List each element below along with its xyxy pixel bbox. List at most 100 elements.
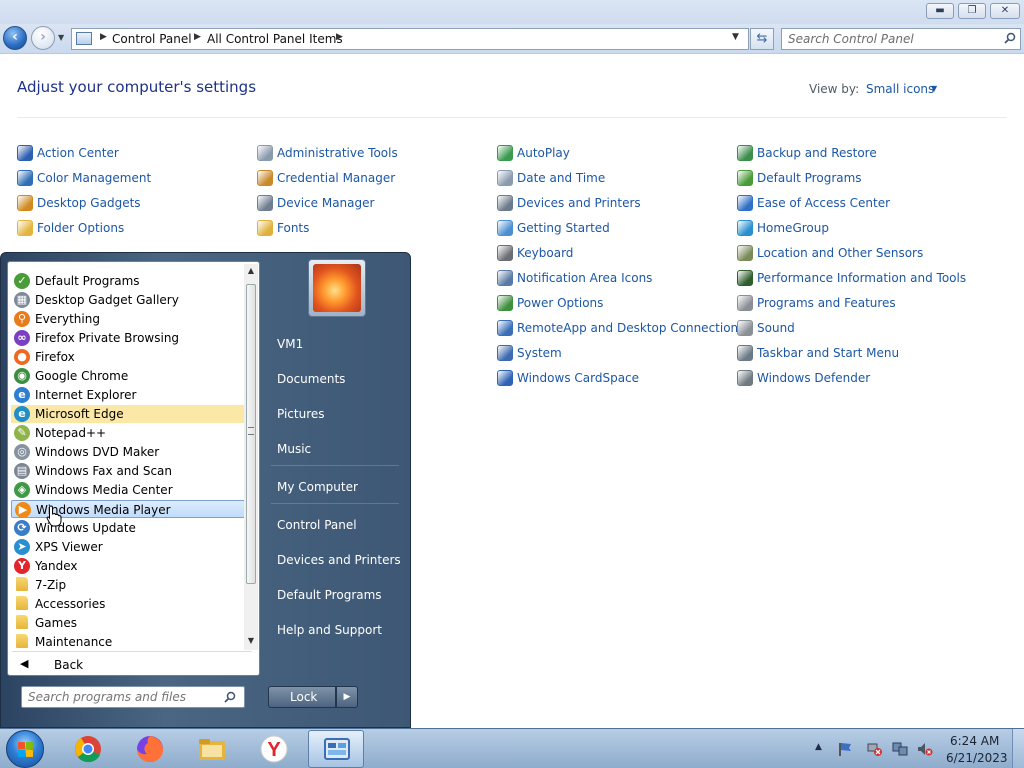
programs-features-icon bbox=[737, 295, 753, 311]
taskbar-button[interactable] bbox=[184, 730, 240, 768]
title-bar[interactable]: ▬ ❐ ✕ bbox=[0, 0, 1024, 24]
program-item[interactable]: ➤ XPS Viewer bbox=[11, 538, 245, 556]
breadcrumb-all-items[interactable]: All Control Panel Items bbox=[207, 32, 343, 46]
action-center-flag-icon[interactable] bbox=[837, 741, 853, 757]
close-button[interactable]: ✕ bbox=[990, 3, 1020, 19]
device-manager-icon bbox=[257, 195, 273, 211]
program-item[interactable]: ▤ Windows Fax and Scan bbox=[11, 462, 245, 480]
program-item[interactable]: ✓ Default Programs bbox=[11, 272, 245, 290]
forward-button[interactable]: › bbox=[31, 26, 55, 50]
navigation-bar: ‹ › ▼ ▶ Control Panel ▶ All Control Pane… bbox=[0, 24, 1024, 54]
address-dropdown-icon[interactable]: ▼ bbox=[732, 32, 739, 42]
breadcrumb-arrow-icon[interactable]: ▶ bbox=[100, 32, 107, 42]
folder-icon bbox=[16, 615, 28, 629]
power-icon bbox=[497, 295, 513, 311]
clock-date[interactable]: 6/21/2023 bbox=[946, 751, 1008, 765]
volume-muted-icon[interactable] bbox=[917, 741, 933, 757]
breadcrumb-arrow-icon[interactable]: ▶ bbox=[336, 32, 343, 42]
chevron-down-icon[interactable]: ▼ bbox=[931, 84, 937, 93]
control-panel-item-label: Default Programs bbox=[757, 171, 862, 185]
clock-time[interactable]: 6:24 AM bbox=[950, 734, 999, 748]
start-menu-link[interactable]: Default Programs bbox=[268, 582, 403, 610]
program-item[interactable]: Accessories bbox=[11, 595, 245, 613]
fax-scan-icon: ▤ bbox=[14, 463, 30, 479]
start-menu-link[interactable]: Music bbox=[268, 436, 403, 464]
program-label: Firefox bbox=[35, 350, 75, 364]
taskbar-button[interactable] bbox=[308, 730, 364, 768]
start-button[interactable] bbox=[6, 730, 44, 768]
back-button[interactable]: ‹ bbox=[3, 26, 27, 50]
program-item[interactable]: Maintenance bbox=[11, 633, 245, 651]
program-label: 7-Zip bbox=[35, 578, 67, 592]
scroll-thumb[interactable] bbox=[246, 284, 256, 584]
minimize-button[interactable]: ▬ bbox=[926, 3, 954, 19]
start-search-input[interactable] bbox=[28, 689, 218, 705]
maximize-button[interactable]: ❐ bbox=[958, 3, 986, 19]
program-item[interactable]: ● Firefox bbox=[11, 348, 245, 366]
control-panel-item-label: Windows Defender bbox=[757, 371, 871, 385]
program-item[interactable]: ◈ Windows Media Center bbox=[11, 481, 245, 499]
search-icon[interactable] bbox=[1004, 32, 1016, 44]
program-item[interactable]: e Microsoft Edge bbox=[11, 405, 245, 423]
start-menu-link[interactable]: Control Panel bbox=[268, 512, 403, 540]
program-item[interactable]: ◎ Windows DVD Maker bbox=[11, 443, 245, 461]
search-input[interactable] bbox=[788, 31, 998, 47]
internet-explorer-icon: e bbox=[14, 387, 30, 403]
control-panel-item-label: Windows CardSpace bbox=[517, 371, 640, 385]
breadcrumb-arrow-icon[interactable]: ▶ bbox=[194, 32, 201, 42]
program-item[interactable]: 7-Zip bbox=[11, 576, 245, 594]
refresh-button[interactable]: ⇆ bbox=[750, 28, 774, 50]
control-panel-item-label: Folder Options bbox=[37, 221, 125, 235]
recent-pages-dropdown[interactable]: ▼ bbox=[58, 33, 68, 43]
search-control-panel-box[interactable] bbox=[781, 28, 1021, 50]
divider bbox=[17, 117, 1007, 118]
gadgets-icon bbox=[17, 195, 33, 211]
control-panel-item-label: Device Manager bbox=[277, 196, 375, 210]
scroll-up-icon[interactable]: ▲ bbox=[244, 264, 258, 278]
user-picture[interactable] bbox=[308, 259, 366, 317]
program-label: Accessories bbox=[35, 597, 106, 611]
gadget-gallery-icon: ▦ bbox=[14, 292, 30, 308]
program-item[interactable]: ✎ Notepad++ bbox=[11, 424, 245, 442]
start-menu-link-label: Documents bbox=[277, 372, 346, 386]
start-menu-link[interactable]: Pictures bbox=[268, 401, 403, 429]
programs-scrollbar[interactable]: ▲ ▼ bbox=[244, 264, 258, 650]
taskbar-button[interactable] bbox=[122, 730, 178, 768]
control-panel-item-label: Power Options bbox=[517, 296, 604, 310]
program-item[interactable]: Y Yandex bbox=[11, 557, 245, 575]
back-label: Back bbox=[54, 658, 84, 672]
back-arrow-icon: ◀ bbox=[20, 657, 29, 670]
program-item[interactable]: ▦ Desktop Gadget Gallery bbox=[11, 291, 245, 309]
lock-button[interactable]: Lock bbox=[268, 686, 336, 708]
control-panel-item-label: Notification Area Icons bbox=[517, 271, 653, 285]
start-menu-link[interactable]: Help and Support bbox=[268, 617, 403, 645]
start-menu-link[interactable]: VM1 bbox=[268, 331, 403, 359]
taskbar-button[interactable] bbox=[60, 730, 116, 768]
view-by-selector[interactable]: Small icons bbox=[866, 82, 934, 96]
program-item[interactable]: ∞ Firefox Private Browsing bbox=[11, 329, 245, 347]
program-item[interactable]: e Internet Explorer bbox=[11, 386, 245, 404]
control-panel-taskbar-icon bbox=[324, 738, 350, 760]
show-desktop-button[interactable] bbox=[1012, 729, 1024, 768]
start-menu-link[interactable]: Devices and Printers bbox=[268, 547, 403, 575]
start-menu-link[interactable]: My Computer bbox=[268, 474, 403, 502]
control-panel-item-label: Getting Started bbox=[517, 221, 610, 235]
windows-update-icon: ⟳ bbox=[14, 520, 30, 536]
program-item[interactable]: ⚲ Everything bbox=[11, 310, 245, 328]
search-icon[interactable] bbox=[224, 691, 236, 703]
start-menu-link[interactable]: Documents bbox=[268, 366, 403, 394]
start-search-box[interactable] bbox=[21, 686, 245, 708]
breadcrumb-control-panel[interactable]: Control Panel bbox=[112, 32, 192, 46]
show-hidden-icons-icon[interactable]: ▲ bbox=[815, 742, 822, 752]
shutdown-options-arrow-icon[interactable]: ▶ bbox=[336, 686, 358, 708]
address-bar[interactable]: ▶ Control Panel ▶ All Control Panel Item… bbox=[71, 28, 749, 50]
dvd-maker-icon: ◎ bbox=[14, 444, 30, 460]
program-item[interactable]: Games bbox=[11, 614, 245, 632]
program-item[interactable]: ◉ Google Chrome bbox=[11, 367, 245, 385]
getting-started-icon bbox=[497, 220, 513, 236]
network-icon[interactable] bbox=[892, 741, 908, 757]
scroll-down-icon[interactable]: ▼ bbox=[244, 634, 258, 648]
taskbar-button[interactable]: Y bbox=[246, 730, 302, 768]
network-error-icon[interactable] bbox=[867, 741, 883, 757]
back-button[interactable]: ◀ Back bbox=[12, 656, 252, 674]
